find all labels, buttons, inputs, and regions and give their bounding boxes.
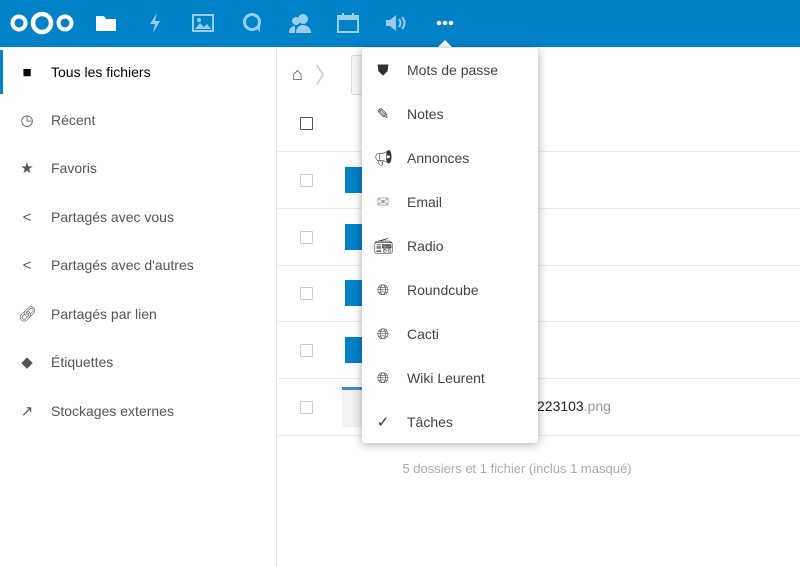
sidebar-item-label: Partagés avec vous (51, 209, 174, 225)
menu-item-label: Roundcube (407, 282, 479, 298)
row-checkbox[interactable] (300, 401, 313, 414)
external-link-icon: ↗ (20, 403, 34, 420)
sidebar-item-all-files[interactable]: ■ Tous les fichiers (0, 50, 276, 94)
sidebar-item-label: Étiquettes (51, 354, 114, 370)
sidebar-item-label: Partagés par lien (51, 306, 157, 322)
email-icon: ✉ (376, 194, 390, 211)
share-icon: < (22, 256, 32, 274)
breadcrumb: ⌂ 〉 (292, 62, 337, 88)
sidebar-item-label: Récent (51, 112, 96, 128)
activity-app-bolt-icon[interactable] (143, 12, 167, 34)
sidebar-item-label: Stockages externes (51, 403, 174, 419)
file-summary: 5 dossiers et 1 fichier (inclus 1 masqué… (402, 461, 632, 476)
menu-item-passwords[interactable]: ⛊ Mots de passe (362, 48, 538, 92)
audio-player-speaker-icon[interactable] (385, 12, 409, 34)
talk-app-icon[interactable] (240, 12, 264, 34)
menu-item-wiki-leurent[interactable]: 🌐︎ Wiki Leurent (362, 356, 538, 400)
menu-item-label: Mots de passe (407, 62, 499, 78)
row-checkbox[interactable] (300, 174, 313, 187)
gallery-app-image-icon[interactable] (191, 12, 215, 34)
menu-item-label: Wiki Leurent (407, 370, 485, 386)
more-apps-ellipsis-icon[interactable] (433, 12, 457, 34)
file-name[interactable]: 223103.png (537, 398, 611, 414)
menu-item-label: Radio (407, 238, 444, 254)
radio-icon: 📻︎ (374, 238, 394, 255)
home-icon[interactable]: ⌂ (292, 64, 303, 85)
menu-item-label: Annonces (407, 150, 470, 166)
select-all-checkbox[interactable] (300, 117, 313, 130)
menu-item-label: Tâches (407, 414, 453, 430)
file-extension: .png (583, 398, 611, 414)
menu-item-roundcube[interactable]: 🌐︎ Roundcube (362, 268, 538, 312)
top-header (0, 0, 800, 47)
menu-item-email[interactable]: ✉ Email (362, 180, 538, 224)
table-row[interactable] (277, 209, 800, 266)
menu-item-label: Cacti (407, 326, 439, 342)
row-checkbox[interactable] (300, 231, 313, 244)
file-list-header (277, 95, 800, 152)
nextcloud-logo-icon[interactable] (8, 11, 76, 35)
sidebar-item-label: Tous les fichiers (51, 64, 151, 80)
shield-icon: ⛊ (377, 61, 389, 79)
row-checkbox[interactable] (300, 344, 313, 357)
globe-icon: 🌐︎ (376, 369, 389, 387)
check-icon: ✓ (376, 414, 390, 431)
sidebar-item-shared-with-you[interactable]: < Partagés avec vous (0, 195, 276, 239)
clock-icon: ◷ (20, 112, 34, 129)
menu-item-tasks[interactable]: ✓ Tâches (362, 400, 538, 444)
sidebar-item-tags[interactable]: ◆ Étiquettes (0, 340, 276, 384)
table-row[interactable] (277, 152, 800, 209)
menu-caret (437, 40, 453, 48)
globe-icon: 🌐︎ (376, 325, 389, 343)
menu-item-notes[interactable]: ✎ Notes (362, 92, 538, 136)
star-icon: ★ (20, 160, 34, 177)
row-checkbox[interactable] (300, 287, 313, 300)
files-app-folder-icon[interactable] (94, 12, 118, 34)
globe-icon: 🌐︎ (376, 281, 389, 299)
menu-item-label: Email (407, 194, 443, 210)
menu-item-label: Notes (407, 106, 444, 122)
menu-item-announcements[interactable]: 📢︎ Annonces (362, 136, 538, 180)
megaphone-icon: 📢︎ (374, 150, 394, 167)
calendar-app-icon[interactable] (336, 12, 360, 34)
more-apps-menu: ⛊ Mots de passe ✎ Notes 📢︎ Annonces ✉ Email … (362, 48, 538, 443)
file-list-area: ⌂ 〉 223103.png 5 dossiers et 1 fichier (… (277, 47, 800, 567)
folder-icon: ■ (22, 63, 32, 81)
table-row[interactable]: 223103.png (277, 379, 800, 436)
table-row[interactable] (277, 265, 800, 322)
sidebar-item-recent[interactable]: ◷ Récent (0, 98, 276, 142)
sidebar-item-external-storage[interactable]: ↗ Stockages externes (0, 389, 276, 433)
sidebar-item-shared-by-link[interactable]: 🔗︎ Partagés par lien (0, 292, 276, 336)
sidebar-item-label: Favoris (51, 160, 97, 176)
sidebar-item-favorites[interactable]: ★ Favoris (0, 146, 276, 190)
image-thumbnail (342, 387, 362, 427)
notes-pencil-icon: ✎ (376, 106, 390, 123)
sidebar-navigation: ■ Tous les fichiers ◷ Récent ★ Favoris < Par… (0, 47, 277, 567)
contacts-app-icon[interactable] (288, 12, 312, 34)
breadcrumb-separator-icon: 〉 (314, 63, 337, 88)
share-icon: < (22, 208, 32, 226)
file-name-base: 223103 (537, 398, 584, 414)
link-icon: 🔗︎ (18, 306, 38, 323)
menu-item-radio[interactable]: 📻︎ Radio (362, 224, 538, 268)
sidebar-item-label: Partagés avec d'autres (51, 257, 194, 273)
menu-item-cacti[interactable]: 🌐︎ Cacti (362, 312, 538, 356)
tag-icon: ◆ (21, 354, 33, 371)
table-row[interactable] (277, 322, 800, 379)
sidebar-item-shared-with-others[interactable]: < Partagés avec d'autres (0, 243, 276, 287)
